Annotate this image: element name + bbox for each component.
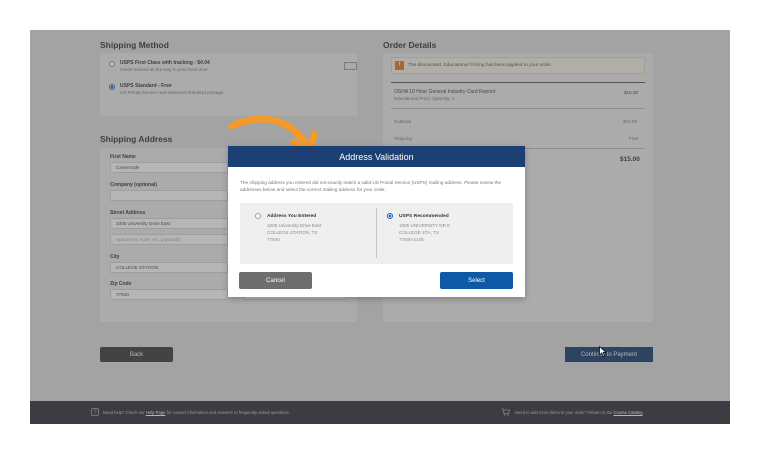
select-button[interactable]: Select <box>440 272 513 289</box>
address-option-recommended[interactable]: USPS Recommended 1005 UNIVERSITY DR E CO… <box>377 203 513 264</box>
address-options: Address You Entered 1005 University Driv… <box>240 203 513 264</box>
address-validation-modal: Address Validation The shipping address … <box>228 146 525 297</box>
address-option-entered[interactable]: Address You Entered 1005 University Driv… <box>240 203 376 264</box>
browser-viewport: Shipping Method USPS First Class with tr… <box>30 30 730 424</box>
modal-description: The shipping address you entered did not… <box>240 180 502 192</box>
address-recommended-line2: COLLEGE STA, TX <box>399 230 439 235</box>
address-entered-heading: Address You Entered <box>267 214 317 219</box>
address-recommended-radio[interactable] <box>387 213 393 219</box>
address-recommended-heading: USPS Recommended <box>399 214 449 219</box>
address-entered-line2: COLLEGE STATION, TX <box>267 230 318 235</box>
address-recommended-line1: 1005 UNIVERSITY DR E <box>399 223 451 228</box>
address-recommended-line3: 77840-2145 <box>399 237 424 242</box>
address-entered-line1: 1005 University Drive East <box>267 223 322 228</box>
address-entered-radio[interactable] <box>255 213 261 219</box>
modal-title: Address Validation <box>228 146 525 167</box>
mouse-cursor-icon <box>599 346 607 357</box>
cancel-button[interactable]: Cancel <box>239 272 312 289</box>
address-entered-line3: 77840 <box>267 237 280 242</box>
